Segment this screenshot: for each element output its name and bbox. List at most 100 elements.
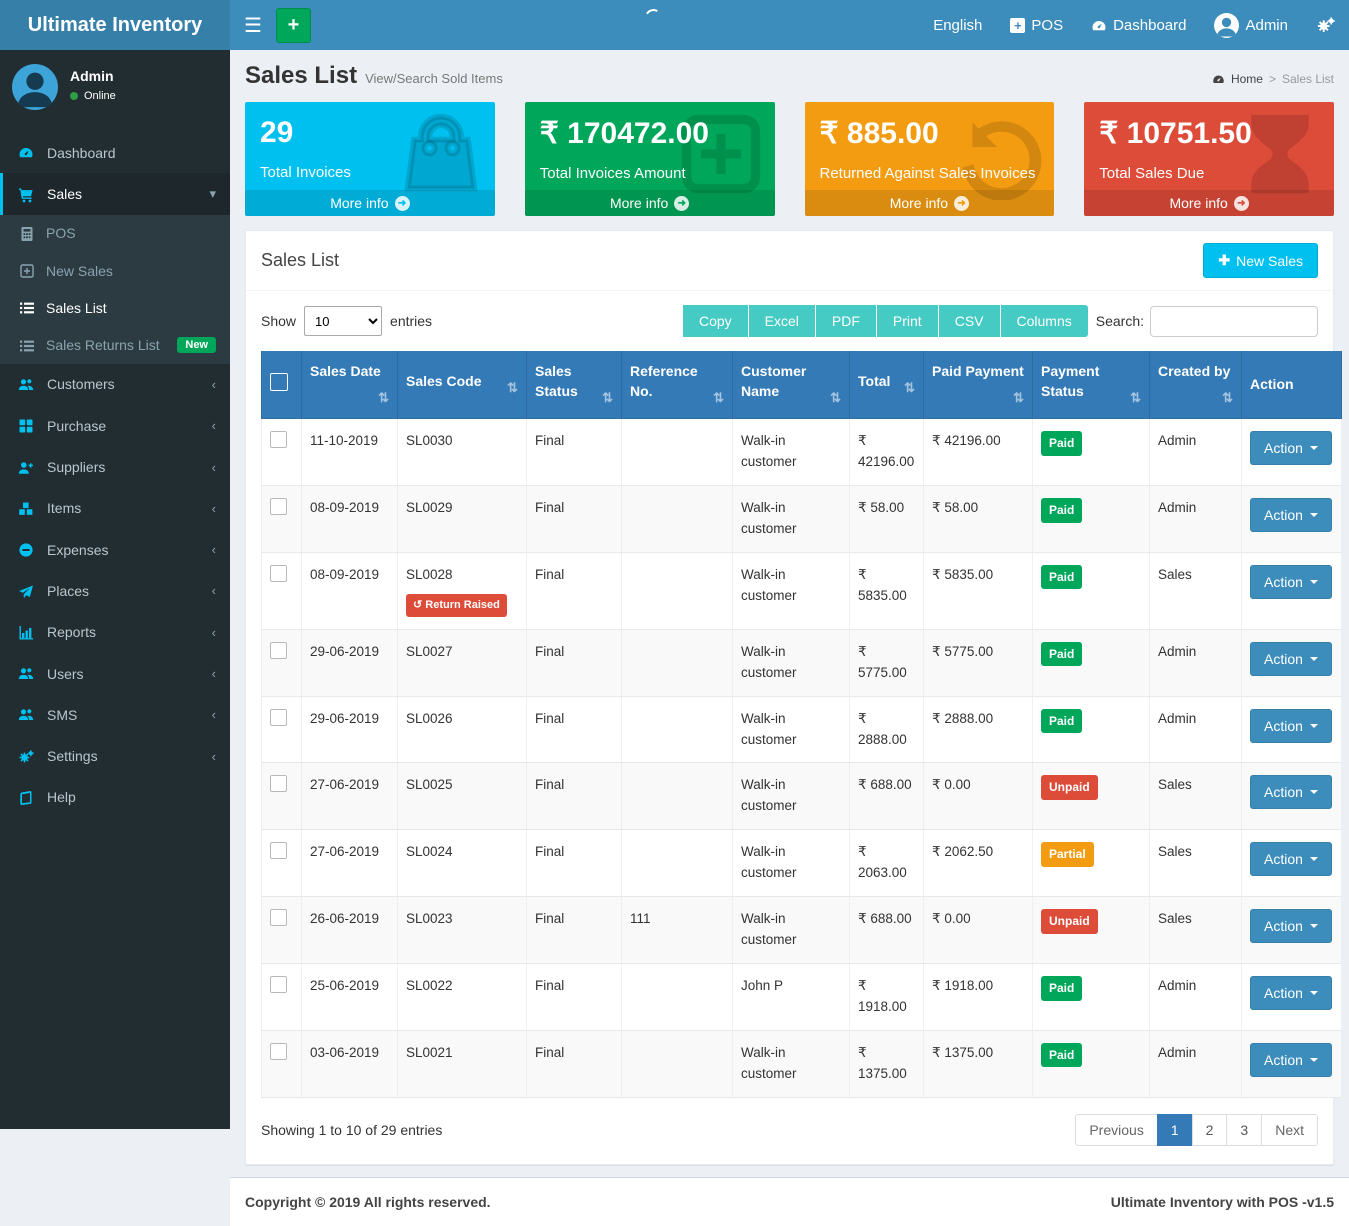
row-action-button[interactable]: Action xyxy=(1250,498,1332,532)
sidebar-item-sales-list[interactable]: Sales List xyxy=(0,289,230,326)
table-controls: Show 10 entries CopyExcelPDFPrintCSVColu… xyxy=(246,291,1333,347)
sidebar-item-reports[interactable]: Reports ‹ xyxy=(0,612,230,653)
app-brand[interactable]: Ultimate Inventory xyxy=(0,0,230,50)
export-button[interactable]: Print xyxy=(877,305,939,337)
previous-page-button[interactable]: Previous xyxy=(1075,1114,1157,1146)
sidebar-item-users[interactable]: Users ‹ xyxy=(0,653,230,694)
export-button[interactable]: CSV xyxy=(939,305,1001,337)
export-button[interactable]: PDF xyxy=(816,305,877,337)
col-payment-status[interactable]: Payment Status⇅ xyxy=(1033,351,1150,419)
row-action-button[interactable]: Action xyxy=(1250,709,1332,743)
row-action-button[interactable]: Action xyxy=(1250,909,1332,943)
select-all-header xyxy=(262,351,302,419)
select-all-checkbox[interactable] xyxy=(270,373,288,391)
cell-payment-status: Paid xyxy=(1033,696,1150,763)
chevron-left-icon: ‹ xyxy=(212,707,216,722)
col-sales-code[interactable]: Sales Code⇅ xyxy=(398,351,527,419)
row-checkbox[interactable] xyxy=(270,842,287,859)
sidebar-item-sales[interactable]: Sales ▾ xyxy=(0,173,230,214)
quick-add-button[interactable]: + xyxy=(276,8,311,43)
export-button[interactable]: Copy xyxy=(683,305,749,337)
sidebar-item-pos[interactable]: POS xyxy=(0,215,230,252)
cell-sales-date: 08-09-2019 xyxy=(302,552,398,629)
cell-paid-payment: ₹ 0.00 xyxy=(924,897,1033,964)
sidebar-toggle-icon[interactable]: ☰ xyxy=(230,0,276,50)
sidebar-item-customers[interactable]: Customers ‹ xyxy=(0,364,230,405)
page-length-select[interactable]: 10 xyxy=(304,306,382,336)
export-button[interactable]: Excel xyxy=(749,305,816,337)
row-action-button[interactable]: Action xyxy=(1250,431,1332,465)
sidebar-item-sales-returns-list[interactable]: Sales Returns List New xyxy=(0,326,230,363)
row-action-button[interactable]: Action xyxy=(1250,775,1332,809)
col-sales-status[interactable]: Sales Status⇅ xyxy=(527,351,622,419)
sidebar-avatar-icon xyxy=(12,64,58,110)
caret-down-icon xyxy=(1310,991,1318,995)
row-action-button[interactable]: Action xyxy=(1250,976,1332,1010)
table-row: 08-09-2019 SL0029 Final Walk-in customer… xyxy=(262,485,1342,552)
new-sales-button[interactable]: ✚ New Sales xyxy=(1203,243,1318,278)
cell-paid-payment: ₹ 5835.00 xyxy=(924,552,1033,629)
col-total[interactable]: Total⇅ xyxy=(850,351,924,419)
cell-reference-no xyxy=(622,552,733,629)
cell-customer-name: Walk-in customer xyxy=(733,552,850,629)
minus-circle-icon xyxy=(17,541,35,558)
sidebar-item-help[interactable]: Help xyxy=(0,777,230,818)
row-checkbox[interactable] xyxy=(270,976,287,993)
page-2-button[interactable]: 2 xyxy=(1192,1114,1228,1146)
row-checkbox[interactable] xyxy=(270,909,287,926)
col-paid-payment[interactable]: Paid Payment⇅ xyxy=(924,351,1033,419)
copyright-text: Copyright © 2019 All rights reserved. xyxy=(245,1194,491,1210)
sidebar-item-items[interactable]: Items ‹ xyxy=(0,488,230,529)
col-created-by[interactable]: Created by⇅ xyxy=(1150,351,1242,419)
row-checkbox[interactable] xyxy=(270,775,287,792)
row-action-button[interactable]: Action xyxy=(1250,842,1332,876)
chevron-left-icon: ‹ xyxy=(212,666,216,681)
col-customer-name[interactable]: Customer Name⇅ xyxy=(733,351,850,419)
chevron-left-icon: ‹ xyxy=(212,460,216,475)
page-1-button[interactable]: 1 xyxy=(1157,1114,1193,1146)
bar-chart-icon xyxy=(17,624,35,641)
sidebar-item-expenses[interactable]: Expenses ‹ xyxy=(0,529,230,570)
chevron-left-icon: ‹ xyxy=(212,501,216,516)
sidebar-item-settings[interactable]: Settings ‹ xyxy=(0,735,230,776)
breadcrumb-home-link[interactable]: Home xyxy=(1231,72,1263,86)
row-checkbox[interactable] xyxy=(270,642,287,659)
row-action-button[interactable]: Action xyxy=(1250,642,1332,676)
next-page-button[interactable]: Next xyxy=(1261,1114,1318,1146)
nav-dashboard-link[interactable]: Dashboard xyxy=(1077,0,1200,50)
users-icon xyxy=(17,665,35,682)
col-sales-date[interactable]: Sales Date⇅ xyxy=(302,351,398,419)
sidebar-item-sms[interactable]: SMS ‹ xyxy=(0,694,230,735)
panel-header: Sales List ✚ New Sales xyxy=(246,231,1333,291)
sort-icon: ⇅ xyxy=(507,379,518,398)
users-icon xyxy=(17,706,35,723)
sort-icon: ⇅ xyxy=(378,389,389,408)
cell-created-by: Admin xyxy=(1150,964,1242,1031)
row-checkbox[interactable] xyxy=(270,431,287,448)
row-action-button[interactable]: Action xyxy=(1250,565,1332,599)
row-action-button[interactable]: Action xyxy=(1250,1043,1332,1077)
users-icon xyxy=(17,376,35,393)
row-checkbox[interactable] xyxy=(270,1043,287,1060)
search-input[interactable] xyxy=(1150,306,1318,337)
export-button[interactable]: Columns xyxy=(1001,305,1088,337)
row-checkbox[interactable] xyxy=(270,498,287,515)
cell-payment-status: Paid xyxy=(1033,964,1150,1031)
settings-gears-menu[interactable] xyxy=(1302,0,1349,50)
sidebar-item-places[interactable]: Places ‹ xyxy=(0,570,230,611)
row-checkbox[interactable] xyxy=(270,709,287,726)
sidebar-item-dashboard[interactable]: Dashboard xyxy=(0,132,230,173)
cell-sales-status: Final xyxy=(527,763,622,830)
user-plus-icon xyxy=(17,458,35,475)
row-checkbox[interactable] xyxy=(270,565,287,582)
sidebar-item-suppliers[interactable]: Suppliers ‹ xyxy=(0,446,230,487)
user-avatar-icon xyxy=(1214,13,1239,38)
sidebar-user-status: Online xyxy=(70,90,116,102)
nav-pos-link[interactable]: + POS xyxy=(996,0,1077,50)
language-menu[interactable]: English xyxy=(919,0,996,50)
user-menu[interactable]: Admin xyxy=(1200,0,1302,50)
page-3-button[interactable]: 3 xyxy=(1226,1114,1262,1146)
sidebar-item-purchase[interactable]: Purchase ‹ xyxy=(0,405,230,446)
col-reference-no[interactable]: Reference No.⇅ xyxy=(622,351,733,419)
sidebar-item-new-sales[interactable]: New Sales xyxy=(0,252,230,289)
